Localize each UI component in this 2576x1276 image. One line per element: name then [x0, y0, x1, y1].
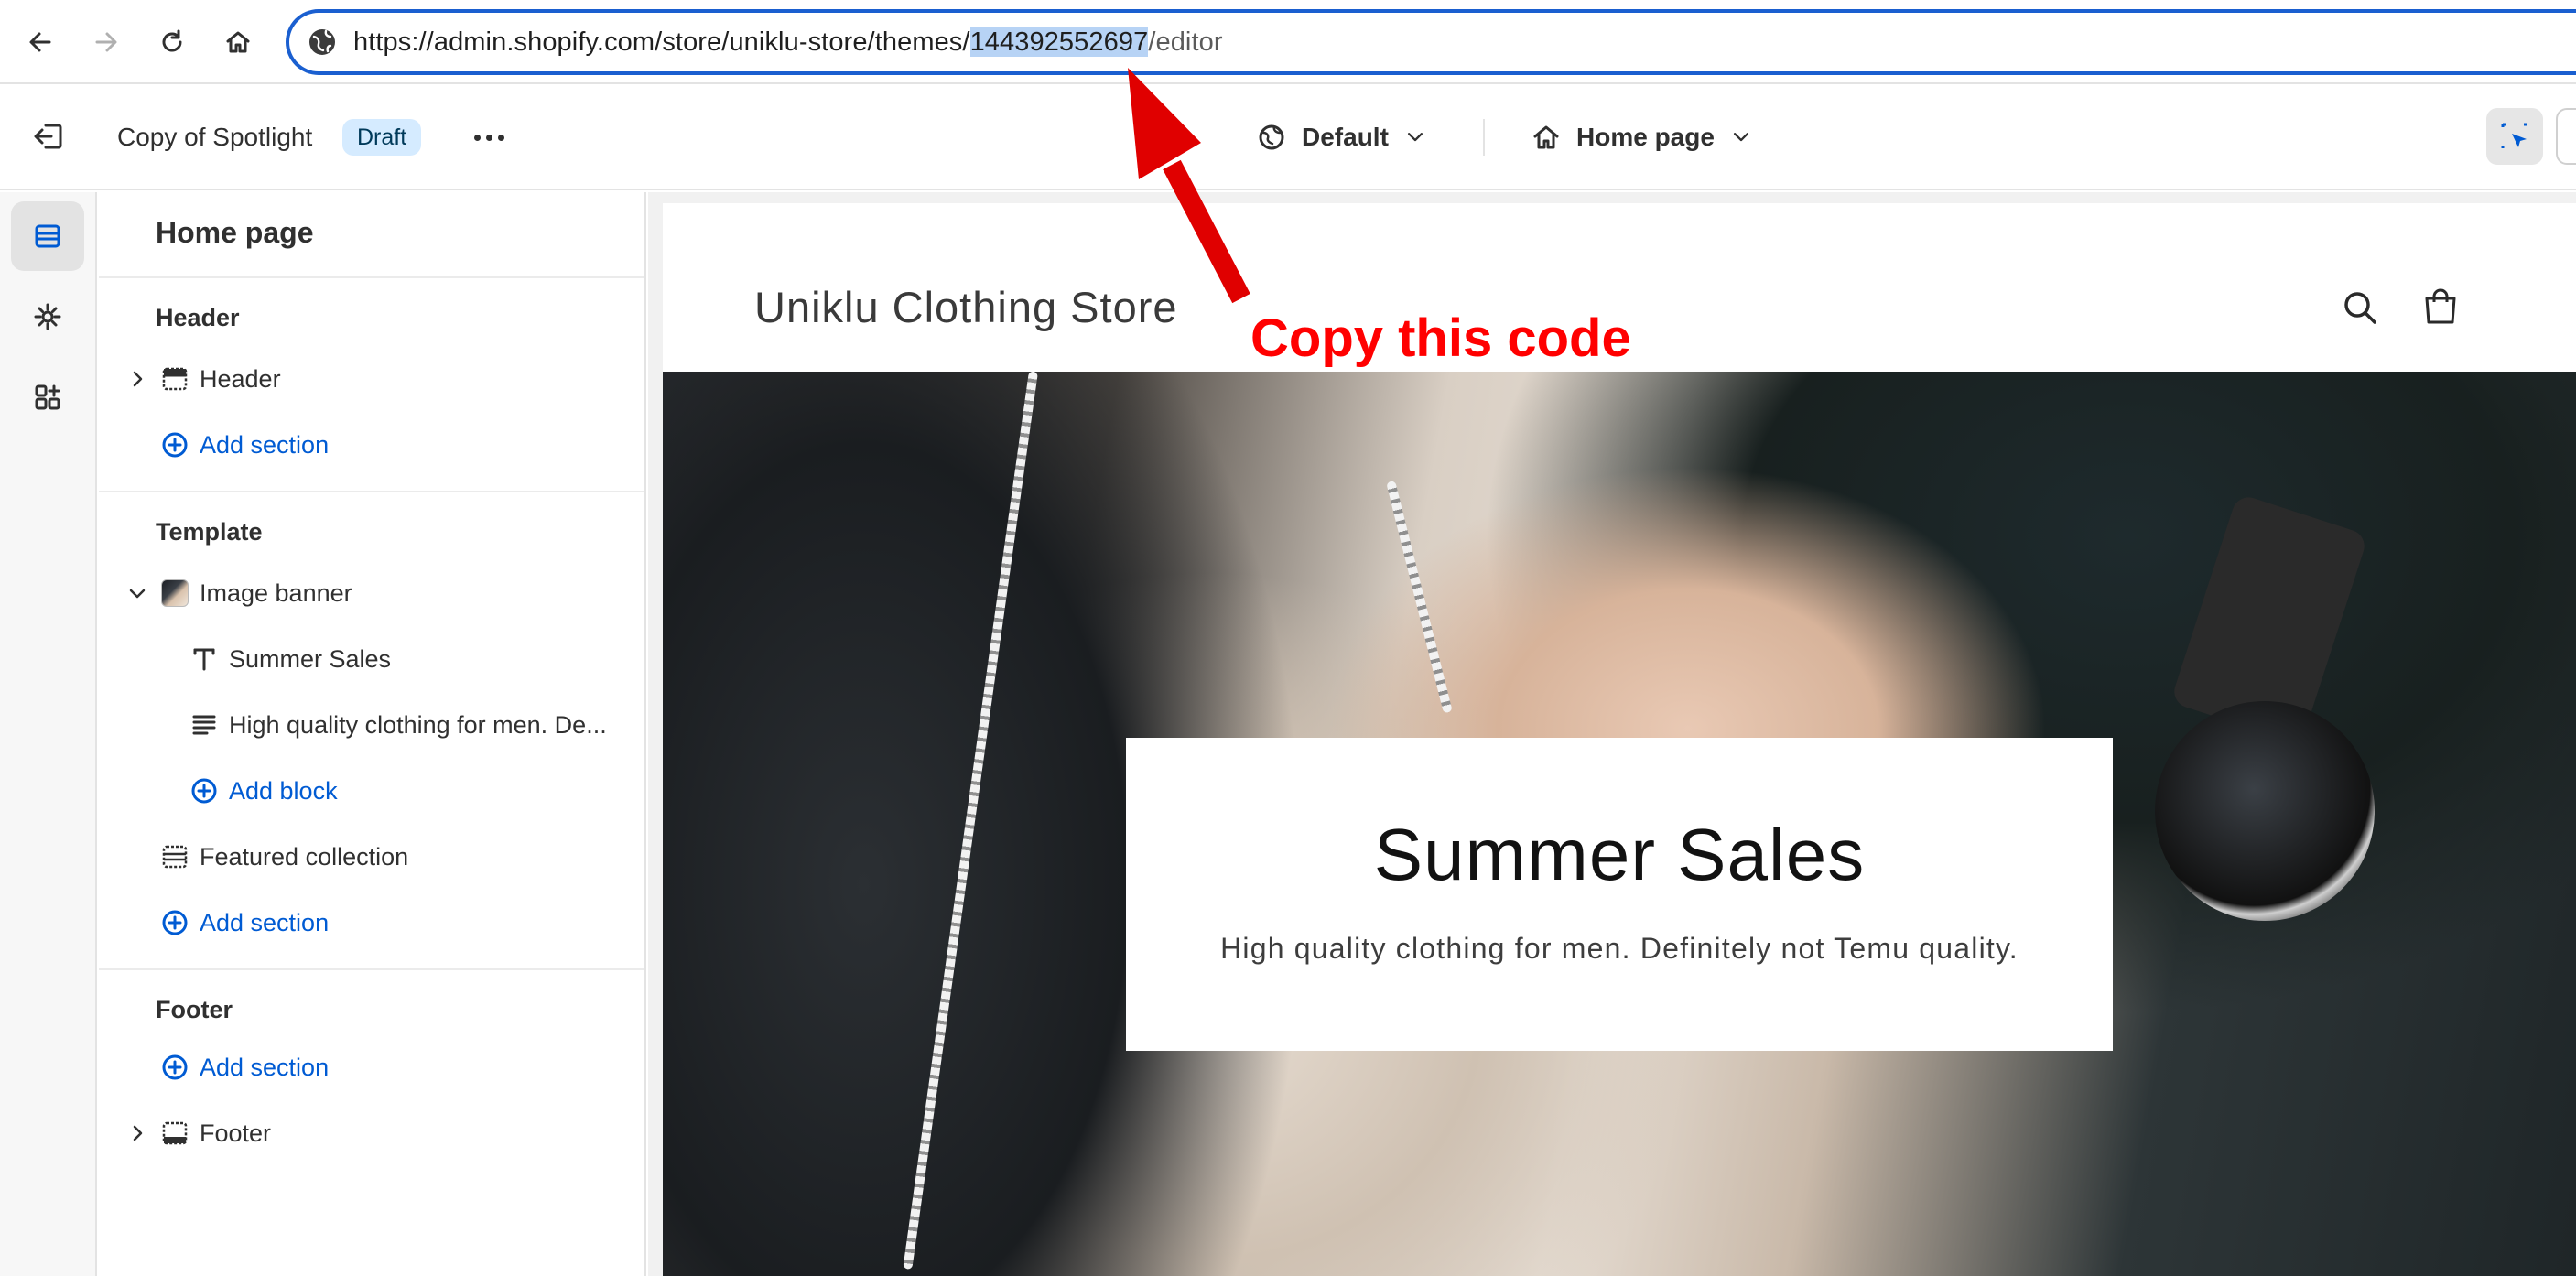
sections-tab[interactable]: [11, 201, 84, 271]
section-label: Footer: [200, 1119, 272, 1147]
dot-icon: [497, 134, 504, 141]
add-section-button-header[interactable]: Add section: [99, 419, 644, 470]
url-suffix: /editor: [1148, 27, 1223, 57]
gear-icon: [34, 303, 61, 330]
theme-setting-label: Default: [1302, 123, 1389, 151]
section-item-image-banner[interactable]: Image banner: [99, 568, 644, 619]
paragraph-icon: [192, 715, 216, 735]
image-banner[interactable]: Summer Sales High quality clothing for m…: [663, 372, 2576, 1276]
globe-icon: [1259, 124, 1284, 150]
inspector-button[interactable]: [2486, 108, 2543, 165]
image-banner-thumbnail: [161, 579, 189, 607]
block-item-heading[interactable]: Summer Sales: [99, 633, 644, 685]
footer-section-icon: [162, 1121, 188, 1145]
chevron-right-icon[interactable]: [126, 1122, 148, 1144]
group-heading-header: Header: [156, 304, 240, 331]
cursor-select-icon: [2501, 123, 2527, 148]
add-section-label: Add section: [200, 1053, 330, 1081]
chevron-right-icon[interactable]: [126, 368, 148, 390]
store-name[interactable]: Uniklu Clothing Store: [754, 282, 1178, 332]
chevron-down-icon[interactable]: [126, 582, 148, 604]
apps-icon: [35, 384, 60, 410]
group-heading-template: Template: [156, 518, 263, 546]
editor-topbar: Copy of Spotlight Draft Default Home pag…: [0, 86, 2576, 190]
arrow-right-icon: [95, 32, 117, 52]
plus-circle-icon: [191, 778, 217, 804]
forward-button[interactable]: [84, 20, 128, 64]
section-item-featured-collection[interactable]: Featured collection: [99, 831, 644, 882]
text-heading-icon: [193, 648, 215, 671]
dot-icon: [473, 134, 481, 141]
left-rail: [0, 192, 97, 1276]
page-selector-label: Home page: [1576, 123, 1715, 151]
section-label: Featured collection: [200, 842, 409, 870]
url-theme-id: 144392552697: [969, 27, 1149, 57]
device-preview-button[interactable]: [2556, 108, 2576, 165]
theme-name: Copy of Spotlight: [117, 123, 313, 151]
status-badge: Draft: [342, 119, 422, 156]
group-heading-footer: Footer: [156, 996, 233, 1023]
section-item-footer[interactable]: Footer: [99, 1108, 644, 1159]
header-section-icon: [162, 367, 188, 391]
home-icon: [1533, 125, 1559, 149]
dot-icon: [485, 134, 492, 141]
address-bar[interactable]: https://admin.shopify.com/store/uniklu-s…: [286, 9, 2576, 75]
arrow-left-icon: [29, 32, 51, 52]
banner-photo-zipper: [1386, 480, 1453, 714]
home-icon: [226, 31, 250, 53]
block-item-text[interactable]: High quality clothing for men. De...: [99, 699, 644, 751]
section-item-header[interactable]: Header: [99, 353, 644, 405]
divider: [99, 968, 644, 970]
add-section-label: Add section: [200, 908, 330, 936]
site-info-icon[interactable]: [306, 26, 339, 59]
theme-settings-tab[interactable]: [11, 282, 84, 351]
add-section-label: Add section: [200, 430, 330, 459]
url-text[interactable]: https://admin.shopify.com/store/uniklu-s…: [353, 26, 1223, 59]
block-label: Summer Sales: [229, 644, 392, 673]
search-icon[interactable]: [2338, 286, 2382, 330]
sidebar-title: Home page: [156, 216, 314, 249]
section-label: Header: [200, 364, 281, 393]
reload-button[interactable]: [150, 20, 194, 64]
banner-content-box[interactable]: Summer Sales High quality clothing for m…: [1126, 738, 2113, 1051]
add-section-button-footer[interactable]: Add section: [99, 1042, 644, 1093]
annotation-label: Copy this code: [1250, 308, 1631, 368]
plus-circle-icon: [162, 1054, 188, 1080]
exit-icon[interactable]: [31, 118, 68, 155]
theme-setting-selector[interactable]: Default: [1256, 112, 1427, 163]
banner-photo-zipper: [903, 372, 1038, 1271]
banner-text[interactable]: High quality clothing for men. Definitel…: [1126, 932, 2113, 966]
plus-circle-icon: [162, 910, 188, 935]
reload-icon: [162, 29, 182, 52]
banner-photo-watch: [2155, 701, 2375, 921]
cart-icon[interactable]: [2419, 286, 2462, 330]
chevron-down-icon: [1407, 133, 1423, 142]
more-actions-button[interactable]: [467, 115, 511, 159]
back-button[interactable]: [18, 20, 62, 64]
section-label: Image banner: [200, 579, 352, 607]
url-prefix: https://admin.shopify.com/store/uniklu-s…: [353, 27, 970, 57]
topbar-divider: [1483, 119, 1485, 156]
apps-tab[interactable]: [11, 362, 84, 432]
browser-toolbar: https://admin.shopify.com/store/uniklu-s…: [0, 0, 2576, 84]
add-section-button-template[interactable]: Add section: [99, 897, 644, 948]
sections-sidebar: Home page Header Header Add section Temp…: [99, 192, 646, 1276]
block-label: High quality clothing for men. De...: [229, 710, 607, 739]
add-block-label: Add block: [229, 776, 338, 805]
add-block-button[interactable]: Add block: [99, 765, 644, 816]
plus-circle-icon: [162, 432, 188, 458]
divider: [99, 491, 644, 492]
page-selector[interactable]: Home page: [1531, 112, 1753, 163]
banner-heading[interactable]: Summer Sales: [1126, 813, 2113, 897]
sections-icon: [35, 224, 60, 248]
chevron-down-icon: [1733, 133, 1748, 142]
divider: [99, 276, 644, 278]
home-button[interactable]: [216, 20, 260, 64]
sections-icon: [162, 845, 188, 869]
